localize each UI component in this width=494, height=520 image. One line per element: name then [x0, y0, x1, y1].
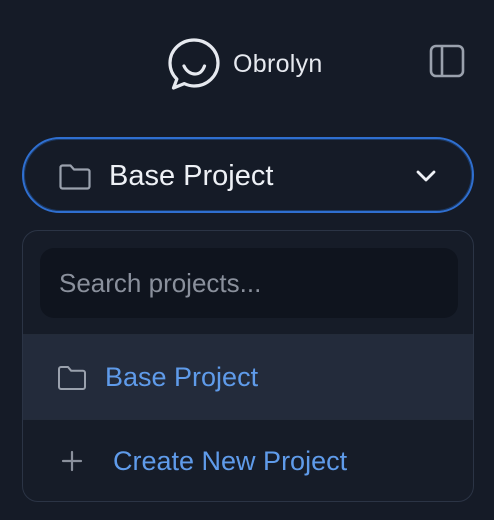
- sidebar-header: Obrolyn: [0, 0, 494, 125]
- project-search-input[interactable]: [40, 248, 458, 318]
- create-new-project-button[interactable]: Create New Project: [23, 420, 473, 501]
- project-dropdown-menu: Base Project Create New Project: [22, 230, 474, 502]
- folder-icon: [59, 164, 91, 190]
- project-option-label: Base Project: [105, 362, 259, 392]
- sidebar-toggle-icon: [429, 44, 465, 78]
- chat-bubble-smile-icon: [168, 38, 220, 90]
- brand[interactable]: Obrolyn: [166, 36, 323, 92]
- create-new-project-label: Create New Project: [113, 446, 348, 476]
- app-root: Obrolyn Base Project Base Project: [0, 0, 494, 520]
- chevron-down-icon: [416, 170, 436, 182]
- project-select-trigger[interactable]: Base Project: [22, 137, 474, 213]
- sidebar-toggle-button[interactable]: [428, 42, 466, 80]
- selected-project-label: Base Project: [109, 160, 274, 192]
- folder-icon: [58, 366, 86, 390]
- brand-name: Obrolyn: [233, 49, 323, 78]
- plus-icon: [61, 450, 83, 472]
- project-option-base-project[interactable]: Base Project: [23, 335, 473, 419]
